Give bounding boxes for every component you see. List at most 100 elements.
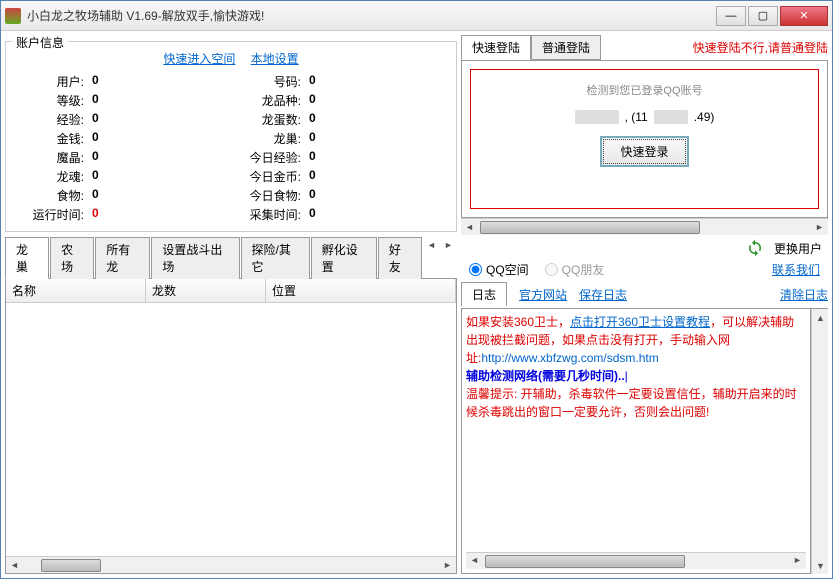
login-inner: 检测到您已登录QQ账号 , (11 .49) 快速登录 bbox=[470, 69, 819, 209]
val-todaygold: 0 bbox=[309, 168, 316, 185]
log-h-scrollbar[interactable]: ◄ ► bbox=[466, 552, 806, 569]
label-todayexp: 今日经验: bbox=[241, 149, 309, 166]
scroll-right-icon[interactable]: ► bbox=[789, 553, 806, 570]
contact-us-link[interactable]: 联系我们 bbox=[772, 261, 820, 278]
scroll-right-icon[interactable]: ► bbox=[439, 557, 456, 574]
quick-enter-space-link[interactable]: 快速进入空间 bbox=[163, 52, 235, 66]
tab-farm[interactable]: 农场 bbox=[50, 237, 94, 279]
close-button[interactable]: ✕ bbox=[780, 6, 828, 26]
tab-hatch[interactable]: 孵化设置 bbox=[311, 237, 377, 279]
col-position[interactable]: 位置 bbox=[266, 279, 456, 302]
val-gold: 0 bbox=[92, 130, 99, 147]
log-360-link[interactable]: 点击打开360卫士设置教程 bbox=[570, 315, 710, 329]
main-tabbar: 龙巢 农场 所有龙 设置战斗出场 探险/其它 孵化设置 好友 ◄ ► bbox=[5, 236, 457, 279]
left-panel: 账户信息 快速进入空间 本地设置 用户:0 号码:0 等级:0 龙品种:0 经验… bbox=[5, 35, 457, 574]
list-h-scrollbar[interactable]: ◄ ► bbox=[6, 556, 456, 573]
titlebar[interactable]: 小白龙之牧场辅助 V1.69-解放双手,愉快游戏! ― ▢ ✕ bbox=[1, 1, 832, 31]
val-number: 0 bbox=[309, 73, 316, 90]
label-runtime: 运行时间: bbox=[24, 206, 92, 223]
official-site-link[interactable]: 官方网站 bbox=[519, 286, 567, 303]
val-todayfood: 0 bbox=[309, 187, 316, 204]
maximize-button[interactable]: ▢ bbox=[748, 6, 778, 26]
label-exp: 经验: bbox=[24, 111, 92, 128]
clear-log-link[interactable]: 清除日志 bbox=[780, 286, 828, 303]
tab-scroll-left[interactable]: ◄ bbox=[423, 236, 440, 253]
label-crystal: 魔晶: bbox=[24, 149, 92, 166]
radio-row: QQ空间 QQ朋友 联系我们 bbox=[461, 257, 828, 282]
list-area: 名称 龙数 位置 ◄ ► bbox=[5, 279, 457, 574]
switch-user-row: 更换用户 bbox=[461, 239, 828, 257]
tab-friends[interactable]: 好友 bbox=[378, 237, 422, 279]
label-gold: 金钱: bbox=[24, 130, 92, 147]
val-level: 0 bbox=[92, 92, 99, 109]
quick-login-button[interactable]: 快速登录 bbox=[600, 136, 688, 167]
log-url[interactable]: http://www.xbfzwg.com/sdsm.htm bbox=[481, 351, 658, 365]
minimize-button[interactable]: ― bbox=[716, 6, 746, 26]
account-row: , (11 .49) bbox=[575, 110, 715, 124]
log-body: 如果安装360卫士，点击打开360卫士设置教程，可以解决辅助出现被拦截问题，如果… bbox=[466, 313, 806, 552]
log-tab[interactable]: 日志 bbox=[461, 282, 507, 306]
scroll-up-icon[interactable]: ▲ bbox=[812, 309, 828, 326]
val-todayexp: 0 bbox=[309, 149, 316, 166]
detect-text: 检测到您已登录QQ账号 bbox=[586, 82, 702, 98]
log-line3: 温馨提示: 开辅助，杀毒软件一定要设置信任，辅助开启来的时候杀毒跳出的窗口一定要… bbox=[466, 387, 797, 419]
label-todaygold: 今日金币: bbox=[241, 168, 309, 185]
label-todayfood: 今日食物: bbox=[241, 187, 309, 204]
app-icon bbox=[5, 8, 21, 24]
tab-nest[interactable]: 龙巢 bbox=[5, 237, 49, 279]
val-runtime: 0 bbox=[92, 206, 99, 223]
scroll-left-icon[interactable]: ◄ bbox=[6, 557, 23, 574]
scroll-thumb[interactable] bbox=[41, 559, 101, 572]
window-title: 小白龙之牧场辅助 V1.69-解放双手,愉快游戏! bbox=[27, 7, 716, 24]
label-breed: 龙品种: bbox=[241, 92, 309, 109]
tab-scroll-right[interactable]: ► bbox=[440, 236, 457, 253]
radio-qqspace[interactable]: QQ空间 bbox=[469, 261, 529, 278]
normal-login-tab[interactable]: 普通登陆 bbox=[531, 35, 601, 60]
quick-login-tab[interactable]: 快速登陆 bbox=[461, 35, 531, 60]
val-soul: 0 bbox=[92, 168, 99, 185]
list-body[interactable] bbox=[6, 303, 456, 556]
label-user: 用户: bbox=[24, 73, 92, 90]
tab-battle-setup[interactable]: 设置战斗出场 bbox=[151, 237, 239, 279]
tab-all-dragons[interactable]: 所有龙 bbox=[95, 237, 150, 279]
label-level: 等级: bbox=[24, 92, 92, 109]
log-wrap: 如果安装360卫士，点击打开360卫士设置教程，可以解决辅助出现被拦截问题，如果… bbox=[461, 309, 828, 574]
radio-qqspace-input[interactable] bbox=[469, 263, 482, 276]
save-log-link[interactable]: 保存日志 bbox=[579, 286, 627, 303]
val-eggs: 0 bbox=[309, 111, 316, 128]
val-crystal: 0 bbox=[92, 149, 99, 166]
label-eggs: 龙蛋数: bbox=[241, 111, 309, 128]
radio-qqfriend[interactable]: QQ朋友 bbox=[545, 261, 605, 278]
scroll-left-icon[interactable]: ◄ bbox=[466, 553, 483, 570]
switch-user-button[interactable]: 更换用户 bbox=[774, 240, 822, 257]
log-v-scrollbar[interactable]: ▲ ▼ bbox=[811, 309, 828, 574]
radio-qqfriend-input[interactable] bbox=[545, 263, 558, 276]
account-info-grid: 用户:0 号码:0 等级:0 龙品种:0 经验:0 龙蛋数:0 金钱:0 龙巢:… bbox=[14, 73, 448, 223]
account-group-title: 账户信息 bbox=[12, 34, 68, 51]
scroll-right-icon[interactable]: ► bbox=[811, 219, 828, 236]
col-count[interactable]: 龙数 bbox=[146, 279, 266, 302]
log-area[interactable]: 如果安装360卫士，点击打开360卫士设置教程，可以解决辅助出现被拦截问题，如果… bbox=[461, 309, 811, 574]
log-tabbar: 日志 官方网站 保存日志 清除日志 bbox=[461, 282, 828, 309]
account-prefix: , (11 bbox=[625, 110, 648, 124]
scroll-left-icon[interactable]: ◄ bbox=[461, 219, 478, 236]
scroll-thumb[interactable] bbox=[485, 555, 685, 568]
col-name[interactable]: 名称 bbox=[6, 279, 146, 302]
number-blur bbox=[654, 110, 688, 124]
account-groupbox: 账户信息 快速进入空间 本地设置 用户:0 号码:0 等级:0 龙品种:0 经验… bbox=[5, 41, 457, 232]
val-exp: 0 bbox=[92, 111, 99, 128]
list-header: 名称 龙数 位置 bbox=[6, 279, 456, 303]
tab-explore[interactable]: 探险/其它 bbox=[241, 237, 310, 279]
log-line1a: 如果安装360卫士， bbox=[466, 315, 570, 329]
label-nest: 龙巢: bbox=[241, 130, 309, 147]
login-note: 快速登陆不行,请普通登陆 bbox=[693, 39, 828, 56]
cursor-icon: | bbox=[625, 369, 628, 383]
login-h-scrollbar[interactable]: ◄ ► bbox=[461, 218, 828, 235]
login-panel: 检测到您已登录QQ账号 , (11 .49) 快速登录 bbox=[461, 60, 828, 218]
local-setting-link[interactable]: 本地设置 bbox=[251, 52, 299, 66]
scroll-thumb[interactable] bbox=[480, 221, 700, 234]
label-food: 食物: bbox=[24, 187, 92, 204]
log-line2: 辅助检测网络(需要几秒时间).. bbox=[466, 369, 625, 383]
scroll-down-icon[interactable]: ▼ bbox=[812, 557, 828, 574]
val-collect: 0 bbox=[309, 206, 316, 223]
